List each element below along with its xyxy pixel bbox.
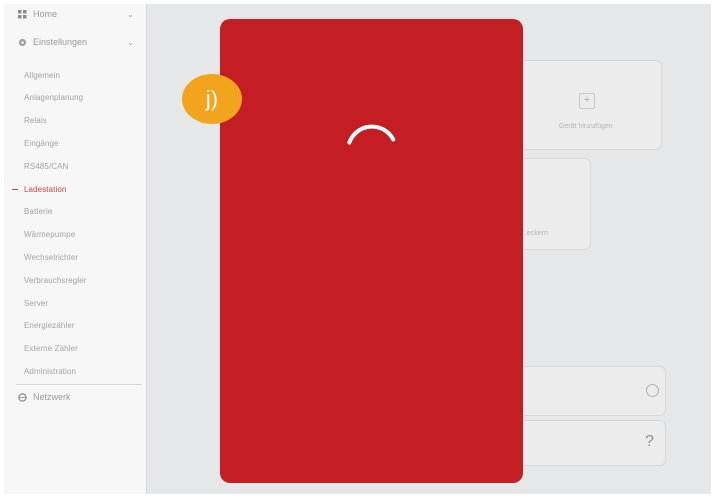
sidebar-item-verbrauchsregler[interactable]: Verbrauchsregler: [4, 270, 146, 290]
sidebar-item-label: Wechselrichter: [24, 252, 79, 262]
sidebar-item-externe-zähler[interactable]: Externe Zähler: [4, 339, 146, 359]
sidebar-item-energiezähler[interactable]: Energiezähler: [4, 316, 146, 336]
device-card-label: ...eckern: [521, 230, 548, 237]
sidebar-item-relais[interactable]: Relais: [4, 111, 146, 131]
sidebar-item-label: Home: [33, 9, 58, 19]
sidebar-item-label: Batterie: [24, 207, 53, 217]
chevron-down-icon: ⌄: [127, 37, 134, 47]
sidebar: Home ⌄ Einstellungen ⌄ Allgemein Anlagenp…: [4, 4, 147, 494]
sidebar-item-label: Einstellungen: [33, 37, 88, 47]
sidebar-item-settings[interactable]: Einstellungen ⌄: [4, 32, 146, 52]
loading-modal: [220, 19, 523, 483]
sidebar-item-label: Allgemein: [24, 70, 61, 80]
sidebar-item-label: Verbrauchsregler: [24, 275, 87, 285]
help-icon[interactable]: ?: [645, 433, 654, 451]
chevron-down-icon: ⌄: [127, 9, 134, 19]
sidebar-item-administration[interactable]: Administration: [4, 361, 146, 381]
sidebar-item-wechselrichter[interactable]: Wechselrichter: [4, 247, 146, 267]
sidebar-item-label: RS485/CAN: [24, 161, 69, 171]
sidebar-item-label: Eingänge: [24, 138, 59, 148]
loading-spinner-icon: [347, 124, 396, 145]
sidebar-item-batterie[interactable]: Batterie: [4, 202, 146, 222]
help-panel: ?: [514, 420, 666, 466]
sidebar-item-ladestation[interactable]: Ladestation: [4, 179, 146, 199]
sidebar-item-label: Energiezähler: [24, 321, 75, 331]
sidebar-item-label: Externe Zähler: [24, 344, 78, 354]
sidebar-divider: [16, 384, 142, 385]
add-device-card[interactable]: + Gerät hinzufügen: [514, 60, 662, 150]
settings-panel: [514, 366, 666, 416]
info-icon[interactable]: [646, 384, 659, 397]
sidebar-item-label: Wärmepumpe: [24, 230, 76, 240]
add-device-label: Gerät hinzufügen: [559, 123, 613, 130]
sidebar-item-server[interactable]: Server: [4, 293, 146, 313]
sidebar-item-network[interactable]: Netzwerk: [4, 387, 146, 407]
gear-icon: [18, 38, 27, 47]
active-indicator: [12, 188, 18, 190]
sidebar-item-eingänge[interactable]: Eingänge: [4, 133, 146, 153]
device-card[interactable]: ...eckern: [517, 158, 591, 250]
sidebar-item-wärmepumpe[interactable]: Wärmepumpe: [4, 225, 146, 245]
sidebar-item-home[interactable]: Home ⌄: [4, 4, 146, 24]
globe-icon: [18, 393, 27, 402]
sidebar-item-label: Ladestation: [24, 184, 67, 194]
sidebar-item-allgemein[interactable]: Allgemein: [4, 65, 146, 85]
sidebar-item-label: Netzwerk: [33, 392, 71, 402]
sidebar-item-label: Server: [24, 298, 49, 308]
sidebar-item-anlagenplanung[interactable]: Anlagenplanung: [4, 88, 146, 108]
sidebar-item-label: Anlagenplanung: [24, 93, 84, 103]
callout-badge: j): [182, 74, 242, 124]
grid-icon: [18, 10, 27, 19]
sidebar-item-rs485-can[interactable]: RS485/CAN: [4, 156, 146, 176]
sidebar-item-label: Administration: [24, 366, 77, 376]
sidebar-item-label: Relais: [24, 116, 47, 126]
plus-icon: +: [579, 93, 595, 109]
